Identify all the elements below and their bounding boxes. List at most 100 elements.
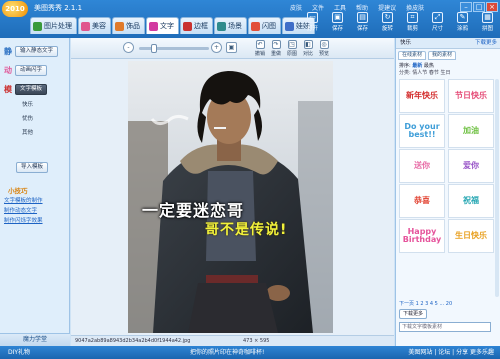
- text-template-icon: 模: [4, 85, 12, 94]
- tip-link-flash[interactable]: 制作闪烁字效果: [4, 216, 43, 224]
- template-other[interactable]: 其他: [22, 128, 33, 136]
- category-select[interactable]: 快乐: [400, 38, 411, 48]
- tab-beauty[interactable]: 美容: [78, 17, 111, 34]
- text-icon: [149, 21, 158, 31]
- menu-feedback[interactable]: 提建议: [378, 3, 396, 12]
- tab-photo-edit[interactable]: 图片处理: [30, 17, 77, 34]
- tab-flash[interactable]: 闪图: [248, 17, 281, 34]
- original-button[interactable]: ◳ 原图: [284, 40, 300, 57]
- text-template-button[interactable]: 文字模板: [15, 84, 48, 95]
- pager[interactable]: 下一页 1 2 3 4 5 ... 20: [399, 300, 452, 307]
- main-tabs: 图片处理 美容 饰品 文字 边框 场景 闪图 娃娃: [30, 17, 315, 34]
- tab-accessories[interactable]: 饰品: [112, 17, 145, 34]
- template-happy[interactable]: 快乐: [22, 100, 33, 108]
- undo-button[interactable]: ↶ 撤销: [252, 40, 268, 57]
- photo-canvas[interactable]: 一定要迷恋哥 哥不是传说!: [128, 61, 333, 333]
- close-button[interactable]: ×: [486, 2, 498, 12]
- tab-scene[interactable]: 场景: [214, 17, 247, 34]
- maximize-button[interactable]: □: [473, 2, 485, 12]
- tag-birthday[interactable]: 生日: [441, 70, 451, 76]
- rotate-button[interactable]: ↻ 旋转: [375, 12, 400, 32]
- menu-tools[interactable]: 工具: [334, 3, 346, 12]
- original-icon: ◳: [287, 40, 297, 49]
- template-sad[interactable]: 忧伤: [22, 114, 33, 122]
- menu-change-skin[interactable]: 换皮肤: [406, 3, 424, 12]
- preview-button[interactable]: ◎ 预览: [316, 40, 332, 57]
- tab-online-material[interactable]: 在线素材: [398, 51, 427, 60]
- sticker-item[interactable]: 加油: [448, 114, 494, 148]
- zoom-slider-knob[interactable]: [150, 44, 157, 53]
- text-template-row: 模 文字模板: [4, 84, 48, 95]
- crop-button[interactable]: ⌗ 裁剪: [400, 12, 425, 32]
- import-template-button[interactable]: 导入模板: [16, 162, 49, 173]
- zoom-slider[interactable]: [139, 44, 209, 53]
- sticker-grid: 新年快乐 节日快乐 Do your best!! 加油 送你 爱你恭喜 祝福 Happy Bi…: [399, 79, 494, 253]
- left-panel: 静 输入静态文字 动 动画闪字 模 文字模板 快乐 忧伤 其他 导入模板 小技巧…: [0, 38, 70, 346]
- download-more-button[interactable]: 下载更多: [399, 309, 428, 319]
- preview-icon: ◎: [319, 40, 329, 49]
- material-search-input[interactable]: 下载文字模板素材: [399, 322, 491, 332]
- tab-frame[interactable]: 边框: [180, 17, 213, 34]
- static-text-icon: 静: [4, 47, 12, 56]
- caption-line-2[interactable]: 哥不是传说!: [205, 219, 287, 239]
- material-tabs: 在线素材 我的素材: [398, 51, 457, 60]
- window-controls: – □ ×: [460, 2, 498, 12]
- canvas-toolbar: - + ▣ ↶ 撤销 ↷ 重做 ◳ 原图 ◧ 对比 ◎ 预览: [71, 38, 394, 59]
- canvas-area: - + ▣ ↶ 撤销 ↷ 重做 ◳ 原图 ◧ 对比 ◎ 预览 一定要迷恋哥 哥不…: [71, 38, 394, 346]
- menu-bar: 皮肤 文件 工具 帮助 提建议 换皮肤: [290, 3, 424, 12]
- static-text-button[interactable]: 输入静态文字: [15, 46, 59, 57]
- bottom-bar: DIY礼物 把你的照片印在神奇咖啡杯! 美图网站 | 论坛 | 分享 更多乐趣: [0, 346, 500, 359]
- folder-icon: ▭: [307, 12, 318, 23]
- tag-valentine[interactable]: 情人节: [412, 70, 427, 76]
- animated-text-button[interactable]: 动画闪字: [15, 65, 48, 76]
- undo-icon: ↶: [255, 40, 265, 49]
- save-button[interactable]: ▣ 保存: [325, 12, 350, 32]
- beauty-icon: [81, 21, 90, 31]
- sticker-item[interactable]: 祝福: [448, 184, 494, 218]
- sticker-text: Do your best!!: [404, 122, 440, 139]
- menu-file[interactable]: 文件: [312, 3, 324, 12]
- sticker-item[interactable]: 生日快乐: [448, 219, 494, 253]
- paint-button[interactable]: ✎ 涂鸦: [450, 12, 475, 32]
- canvas-status-bar: 9047a2ab89a8943d2b34a2b4d0f1944a42.jpg 4…: [71, 335, 394, 346]
- resize-button[interactable]: ⤢ 尺寸: [425, 12, 450, 32]
- collage-button[interactable]: ▦ 拼图: [475, 12, 500, 32]
- zoom-out-icon[interactable]: -: [123, 42, 134, 53]
- open-button[interactable]: ▭ 打开: [300, 12, 325, 32]
- save-as-icon: ▤: [357, 12, 368, 23]
- menu-help[interactable]: 帮助: [356, 3, 368, 12]
- collage-icon: ▦: [482, 12, 493, 23]
- title-bar: 2010 美图秀秀 2.1.1 皮肤 文件 工具 帮助 提建议 换皮肤 – □ …: [0, 0, 500, 38]
- menu-skin[interactable]: 皮肤: [290, 3, 302, 12]
- diy-gift-link[interactable]: DIY礼物: [8, 346, 30, 359]
- crop-icon: ⌗: [407, 12, 418, 23]
- sticker-item[interactable]: Happy Birthday: [399, 219, 445, 253]
- sticker-item[interactable]: 新年快乐: [399, 79, 445, 113]
- website-links[interactable]: 美图网站 | 论坛 | 分享 更多乐趣: [408, 346, 494, 359]
- compare-button[interactable]: ◧ 对比: [300, 40, 316, 57]
- accessories-icon: [115, 21, 124, 31]
- tab-my-material[interactable]: 我的素材: [428, 51, 457, 60]
- minimize-button[interactable]: –: [460, 2, 472, 12]
- sticker-item[interactable]: 送你: [399, 149, 445, 183]
- tab-text[interactable]: 文字: [146, 17, 179, 34]
- zoom-in-icon[interactable]: +: [211, 42, 222, 53]
- download-more-link[interactable]: 下载更多: [475, 38, 497, 48]
- sticker-item[interactable]: 节日快乐: [448, 79, 494, 113]
- caption-line-1[interactable]: 一定要迷恋哥: [142, 197, 244, 221]
- promo-link[interactable]: 把你的照片印在神奇咖啡杯!: [190, 346, 264, 359]
- tip-link-template[interactable]: 文字模板的制作: [4, 196, 43, 204]
- animated-text-row: 动 动画闪字: [4, 65, 48, 76]
- sticker-item[interactable]: 恭喜: [399, 184, 445, 218]
- sticker-scrollbar[interactable]: [495, 79, 499, 297]
- save-as-button[interactable]: ▤ 保存: [350, 12, 375, 32]
- magic-school-link[interactable]: 魔力学堂: [0, 333, 70, 346]
- sticker-item[interactable]: Do your best!!: [399, 114, 445, 148]
- tag-spring-festival[interactable]: 春节: [429, 70, 439, 76]
- fit-icon[interactable]: ▣: [226, 42, 237, 53]
- sticker-text: 爱你: [463, 161, 479, 170]
- sticker-item[interactable]: 爱你: [448, 149, 494, 183]
- tip-link-animated[interactable]: 制作动态文字: [4, 206, 37, 214]
- sticker-text: 恭喜: [414, 196, 430, 205]
- redo-button[interactable]: ↷ 重做: [268, 40, 284, 57]
